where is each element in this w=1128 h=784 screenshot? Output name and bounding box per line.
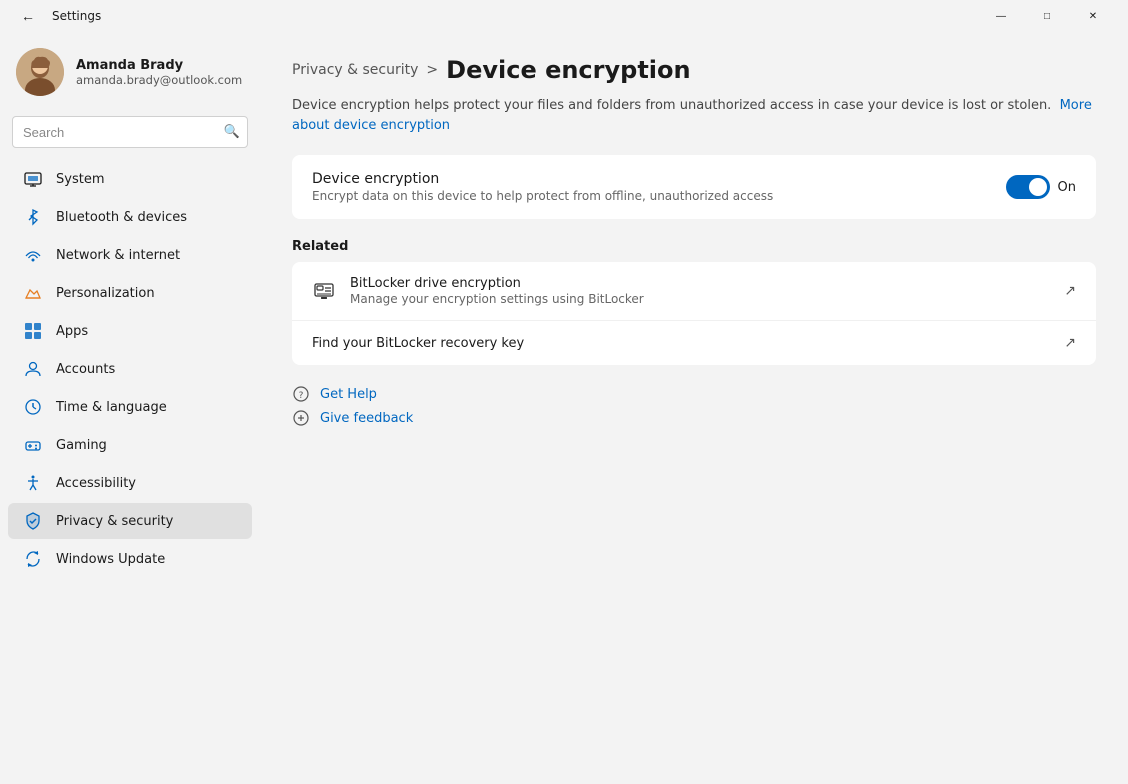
give-feedback-icon (292, 409, 310, 427)
nav-label-time: Time & language (56, 400, 167, 415)
personalization-icon (24, 284, 42, 302)
apps-icon (24, 322, 42, 340)
nav-item-accessibility[interactable]: Accessibility (8, 465, 252, 501)
back-button[interactable]: ← (12, 0, 44, 32)
get-help-link[interactable]: ? Get Help (292, 385, 1096, 403)
title-bar: ← Settings — □ ✕ (0, 0, 1128, 32)
bitlocker-external-icon: ↗ (1064, 283, 1076, 299)
avatar (16, 48, 64, 96)
toggle-wrap: On (1006, 175, 1076, 199)
nav-label-accessibility: Accessibility (56, 476, 136, 491)
app-container: Amanda Brady amanda.brady@outlook.com 🔍 … (0, 32, 1128, 784)
window-title: Settings (52, 9, 101, 23)
toggle-track (1006, 175, 1050, 199)
nav-label-system: System (56, 172, 104, 187)
nav-label-personalization: Personalization (56, 286, 155, 301)
give-feedback-link[interactable]: Give feedback (292, 409, 1096, 427)
nav-label-network: Network & internet (56, 248, 180, 263)
close-button[interactable]: ✕ (1070, 0, 1116, 32)
minimize-button[interactable]: — (978, 0, 1024, 32)
nav-label-accounts: Accounts (56, 362, 115, 377)
nav-label-update: Windows Update (56, 552, 165, 567)
breadcrumb-current: Device encryption (446, 56, 690, 84)
page-description: Device encryption helps protect your fil… (292, 96, 1096, 135)
nav-item-update[interactable]: Windows Update (8, 541, 252, 577)
help-section: ? Get Help Give feedback (292, 385, 1096, 427)
privacy-icon (24, 512, 42, 530)
user-profile[interactable]: Amanda Brady amanda.brady@outlook.com (0, 32, 260, 116)
nav-item-privacy[interactable]: Privacy & security (8, 503, 252, 539)
nav-item-system[interactable]: System (8, 161, 252, 197)
related-card: BitLocker drive encryption Manage your e… (292, 262, 1096, 365)
system-icon (24, 170, 42, 188)
user-email: amanda.brady@outlook.com (76, 73, 242, 87)
gaming-icon (24, 436, 42, 454)
bitlocker-title: BitLocker drive encryption (350, 276, 644, 291)
network-icon (24, 246, 42, 264)
device-encryption-card: Device encryption Encrypt data on this d… (292, 155, 1096, 219)
title-bar-left: ← Settings (12, 0, 101, 32)
nav-item-apps[interactable]: Apps (8, 313, 252, 349)
recovery-key-item[interactable]: Find your BitLocker recovery key ↗ (292, 321, 1096, 365)
toggle-label: On (1058, 180, 1076, 195)
recovery-key-item-left: Find your BitLocker recovery key (312, 336, 524, 351)
bitlocker-info: BitLocker drive encryption Manage your e… (350, 276, 644, 306)
accessibility-icon (24, 474, 42, 492)
nav-label-privacy: Privacy & security (56, 514, 173, 529)
get-help-icon: ? (292, 385, 310, 403)
search-icon: 🔍 (224, 125, 240, 140)
nav-item-personalization[interactable]: Personalization (8, 275, 252, 311)
bitlocker-item-left: BitLocker drive encryption Manage your e… (312, 276, 644, 306)
user-name: Amanda Brady (76, 58, 242, 73)
update-icon (24, 550, 42, 568)
bitlocker-icon (312, 279, 336, 303)
nav-item-accounts[interactable]: Accounts (8, 351, 252, 387)
breadcrumb-separator: > (426, 62, 438, 78)
toggle-thumb (1029, 178, 1047, 196)
device-encryption-title: Device encryption (312, 171, 773, 187)
nav-label-gaming: Gaming (56, 438, 107, 453)
nav-item-time[interactable]: Time & language (8, 389, 252, 425)
svg-text:?: ? (299, 391, 304, 401)
related-section-title: Related (292, 239, 1096, 254)
search-input[interactable] (12, 116, 248, 148)
breadcrumb-parent: Privacy & security (292, 62, 418, 78)
nav-item-bluetooth[interactable]: Bluetooth & devices (8, 199, 252, 235)
user-info: Amanda Brady amanda.brady@outlook.com (76, 58, 242, 87)
search-box: 🔍 (12, 116, 248, 148)
nav-label-apps: Apps (56, 324, 88, 339)
main-content: Privacy & security > Device encryption D… (260, 32, 1128, 784)
recovery-key-title: Find your BitLocker recovery key (312, 336, 524, 351)
sidebar: Amanda Brady amanda.brady@outlook.com 🔍 … (0, 32, 260, 784)
nav-item-network[interactable]: Network & internet (8, 237, 252, 273)
device-encryption-info: Device encryption Encrypt data on this d… (312, 171, 773, 203)
bluetooth-icon (24, 208, 42, 226)
recovery-key-external-icon: ↗ (1064, 335, 1076, 351)
maximize-button[interactable]: □ (1024, 0, 1070, 32)
nav-item-gaming[interactable]: Gaming (8, 427, 252, 463)
get-help-label: Get Help (320, 387, 377, 402)
bitlocker-desc: Manage your encryption settings using Bi… (350, 292, 644, 306)
give-feedback-label: Give feedback (320, 411, 413, 426)
accounts-icon (24, 360, 42, 378)
window-controls: — □ ✕ (978, 0, 1116, 32)
device-encryption-toggle[interactable] (1006, 175, 1050, 199)
bitlocker-item[interactable]: BitLocker drive encryption Manage your e… (292, 262, 1096, 321)
nav-label-bluetooth: Bluetooth & devices (56, 210, 187, 225)
breadcrumb: Privacy & security > Device encryption (292, 56, 1096, 84)
device-encryption-desc: Encrypt data on this device to help prot… (312, 189, 773, 203)
device-encryption-row: Device encryption Encrypt data on this d… (312, 171, 1076, 203)
time-icon (24, 398, 42, 416)
recovery-key-info: Find your BitLocker recovery key (312, 336, 524, 351)
